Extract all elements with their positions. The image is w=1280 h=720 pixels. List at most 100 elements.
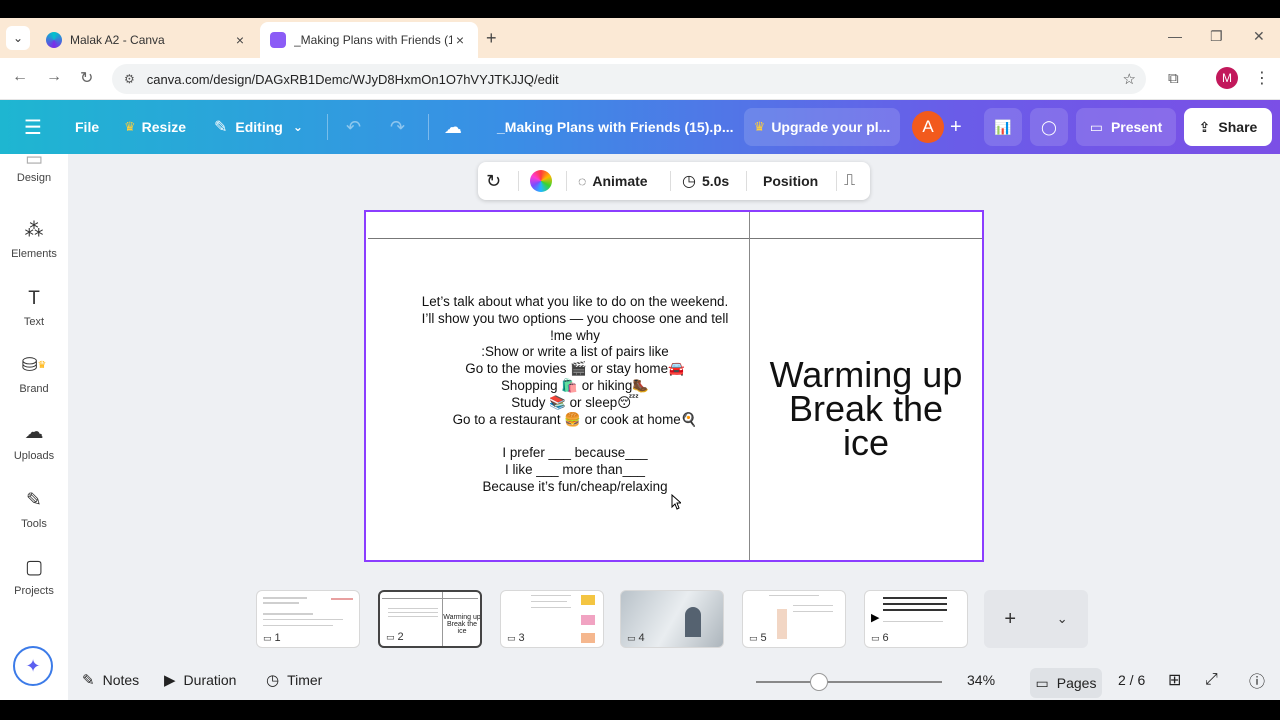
upgrade-button[interactable]: ♛ Upgrade your pl...	[744, 108, 900, 146]
forward-icon[interactable]: →	[46, 68, 62, 86]
resize-button[interactable]: ♛ Resize	[124, 100, 186, 154]
restore-icon[interactable]: ❐	[1210, 28, 1223, 45]
undo-icon[interactable]: ↶	[346, 100, 361, 154]
page-thumbnail[interactable]: ▭ 4	[620, 590, 724, 648]
toolbar-divider	[428, 114, 429, 140]
redo-icon[interactable]: ↷	[390, 100, 405, 154]
tab-search-button[interactable]: ⌄	[6, 26, 30, 50]
comments-button[interactable]: ◯	[1030, 108, 1068, 146]
canva-favicon-icon	[46, 32, 62, 48]
close-window-icon[interactable]: ✕	[1253, 28, 1265, 45]
heading-line: Warming up	[769, 354, 963, 395]
sidebar-item-projects[interactable]: ▢ Projects	[0, 557, 68, 597]
thumbnail-text-line	[263, 597, 307, 599]
thumbnail-text-line	[793, 605, 833, 606]
thumbnail-character	[777, 609, 787, 639]
body-line: Because it’s fun/cheap/relaxing	[482, 478, 668, 494]
bar-chart-icon: 📊	[994, 118, 1012, 135]
table-horizontal-line	[368, 238, 982, 239]
timer-label: Timer	[287, 672, 323, 688]
reload-icon[interactable]: ↻	[80, 68, 93, 88]
body-line: :Show or write a list of pairs like	[481, 344, 669, 360]
magic-assistant-button[interactable]: ✦	[13, 646, 53, 686]
thumbnail-text-line	[531, 595, 571, 596]
sidebar-item-label: Brand	[19, 383, 49, 395]
page-thumbnail-selected[interactable]: Warming up Break the ice ▭ 2	[378, 590, 482, 648]
text-icon: T	[28, 288, 40, 309]
slide-body-text[interactable]: Let’s talk about what you like to do on …	[386, 294, 764, 496]
bookmark-star-icon[interactable]: ☆	[1123, 70, 1136, 88]
sidebar-item-text[interactable]: T Text	[0, 288, 68, 328]
zoom-slider-track[interactable]	[756, 681, 942, 683]
thumbnail-emoji	[581, 633, 595, 643]
slide-heading[interactable]: Warming up Break the ice	[750, 354, 982, 461]
thumbnail-text-line	[793, 611, 833, 612]
format-painter-icon[interactable]: ⎍	[844, 162, 855, 200]
animate-button[interactable]: ◌ Animate	[578, 162, 648, 200]
body-line: Go to a restaurant 🍔 or cook at home🍳	[452, 411, 698, 427]
pages-button[interactable]: ▭ Pages	[1030, 668, 1102, 698]
sidebar-item-label: Text	[23, 316, 45, 328]
comment-icon: ▭	[386, 631, 395, 642]
share-button[interactable]: ⇪ Share	[1184, 108, 1272, 146]
thumbnail-character	[685, 607, 701, 637]
page-thumbnail-strip: ▭ 1 Warming up Break the ice ▭ 2 ▭ 3 ▭ 4 ▭ 5 …	[68, 584, 1280, 654]
add-collaborator-icon[interactable]: +	[950, 100, 962, 154]
cloud-saved-icon[interactable]: ☁	[444, 100, 462, 154]
collaborator-avatar[interactable]: A	[912, 111, 944, 143]
thumbnail-number: ▭ 6	[871, 632, 889, 644]
back-icon[interactable]: ←	[12, 68, 28, 86]
browser-tab[interactable]: Malak A2 - Canva ×	[36, 22, 258, 58]
sidebar-item-design[interactable]: ▭ Design	[0, 154, 68, 184]
insights-button[interactable]: 📊	[984, 108, 1022, 146]
document-title[interactable]: _Making Plans with Friends (15).p...	[497, 100, 734, 154]
tab-close-icon[interactable]: ×	[232, 32, 248, 48]
duration-button[interactable]: ◷ 5.0s	[682, 162, 729, 200]
position-button[interactable]: Position	[763, 162, 818, 200]
site-info-icon[interactable]: ⚙	[124, 72, 135, 86]
notes-label: Notes	[102, 672, 140, 688]
profile-avatar[interactable]: M	[1216, 67, 1238, 89]
sidebar-item-uploads[interactable]: ☁ Uploads	[0, 422, 68, 462]
toolbar-divider	[518, 171, 519, 191]
sidebar-item-label: Uploads	[13, 450, 55, 462]
body-line: I’ll show you two options — you choose o…	[421, 310, 729, 326]
editing-mode-button[interactable]: ✎ Editing ⌄	[214, 100, 303, 154]
sidebar-item-label: Elements	[11, 248, 57, 260]
thumbnail-text-line	[769, 595, 819, 596]
address-input[interactable]: ⚙ canva.com/design/DAGxRB1Demc/WJyD8HxmO…	[112, 64, 1146, 94]
page-thumbnail[interactable]: ▭ 1	[256, 590, 360, 648]
sidebar-item-elements[interactable]: ⁂ Elements	[0, 220, 68, 260]
chevron-down-icon[interactable]: ⌄	[1057, 611, 1068, 627]
crown-icon: ♛	[124, 119, 136, 134]
crown-icon: ♛	[753, 119, 766, 134]
browser-menu-icon[interactable]: ⋮	[1254, 68, 1270, 88]
extensions-icon[interactable]: ⧉	[1168, 70, 1179, 87]
tab-close-icon[interactable]: ×	[452, 32, 468, 48]
browser-tab-active[interactable]: _Making Plans with Friends (15) ×	[260, 22, 478, 58]
thumbnail-text-line	[388, 616, 438, 617]
main-menu-icon[interactable]: ☰	[24, 100, 42, 154]
zoom-slider-handle[interactable]	[810, 673, 829, 691]
present-button[interactable]: ▭ Present	[1076, 108, 1176, 146]
toolbar-divider	[327, 114, 328, 140]
page-thumbnail[interactable]: ▭ 3	[500, 590, 604, 648]
add-page-button[interactable]: + ⌄	[984, 590, 1088, 648]
pages-label: Pages	[1056, 675, 1097, 691]
thumbnail-text-line	[883, 609, 947, 611]
ai-edit-icon[interactable]: ↻	[486, 162, 501, 200]
color-picker-button[interactable]	[530, 162, 552, 200]
page-thumbnail[interactable]: ▭ 5	[742, 590, 846, 648]
thumbnail-text-line	[531, 607, 571, 608]
sidebar-item-brand[interactable]: ⛁♛ Brand	[0, 355, 68, 395]
thumbnail-text-line	[388, 612, 438, 613]
editor-top-bar: ☰ File ♛ Resize ✎ Editing ⌄ ↶ ↷ ☁ _Makin…	[0, 100, 1280, 154]
sidebar-item-tools[interactable]: ✎ Tools	[0, 490, 68, 530]
minimize-icon[interactable]: —	[1168, 28, 1182, 44]
new-tab-button[interactable]: +	[486, 28, 497, 49]
page-thumbnail[interactable]: ▶ ▭ 6	[864, 590, 968, 648]
chevron-down-icon: ⌄	[292, 120, 303, 134]
file-menu[interactable]: File	[75, 100, 99, 154]
body-line: Let’s talk about what you like to do on …	[421, 294, 729, 309]
thumbnail-text-line	[531, 601, 567, 602]
